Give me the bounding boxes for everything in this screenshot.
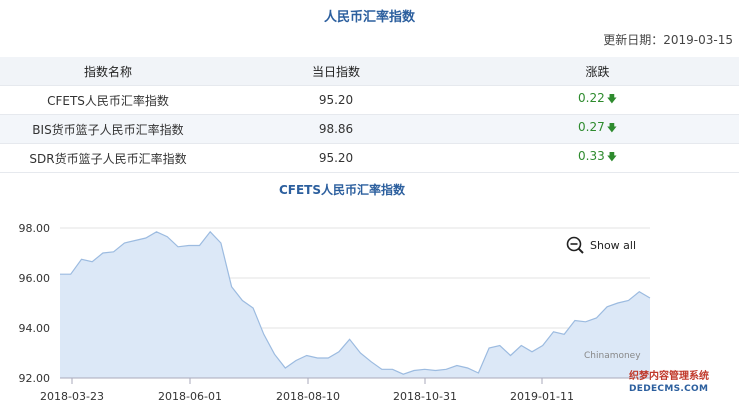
x-tick-label: 2018-10-31 <box>393 390 457 403</box>
update-date-label: 更新日期： <box>603 33 664 47</box>
table-row: CFETS人民币汇率指数 95.20 0.22 🡇 <box>0 85 739 115</box>
index-name: SDR货币篮子人民币汇率指数 <box>0 143 216 173</box>
page-title: 人民币汇率指数 <box>323 10 415 25</box>
y-axis-ticks: 98.00 96.00 94.00 92.00 <box>19 222 51 385</box>
update-date-value: 2019-03-15 <box>663 33 733 47</box>
x-axis-ticks: 2018-03-23 2018-06-01 2018-08-10 2018-10-31… <box>40 377 650 403</box>
change-value: 0.27 <box>578 120 605 134</box>
index-name: CFETS人民币汇率指数 <box>0 85 216 115</box>
x-tick-label: 2018-08-10 <box>276 390 340 403</box>
column-header-value: 当日指数 <box>216 57 456 86</box>
zoom-out-icon <box>566 236 584 254</box>
chart-credit: Chinamoney <box>584 351 641 361</box>
y-tick-label: 92.00 <box>19 372 51 385</box>
index-value: 98.86 <box>216 114 456 144</box>
y-tick-label: 96.00 <box>19 272 51 285</box>
column-header-name: 指数名称 <box>0 57 216 86</box>
index-value: 95.20 <box>216 143 456 173</box>
column-header-change: 涨跌 <box>456 57 739 86</box>
change-value: 0.33 <box>578 149 605 163</box>
watermark: 织梦内容管理系统 DEDECMS.COM <box>629 370 739 396</box>
index-name: BIS货币篮子人民币汇率指数 <box>0 114 216 144</box>
series-area <box>60 231 650 378</box>
down-arrow-icon: 🡇 <box>606 94 617 105</box>
x-tick-label: 2018-06-01 <box>158 390 222 403</box>
table-header-row: 指数名称 当日指数 涨跌 <box>0 57 739 86</box>
show-all-label: Show all <box>590 238 637 252</box>
index-value: 95.20 <box>216 85 456 115</box>
table-row: SDR货币篮子人民币汇率指数 95.20 0.33 🡇 <box>0 143 739 173</box>
down-arrow-icon: 🡇 <box>606 123 617 134</box>
change-value: 0.22 <box>578 91 605 105</box>
watermark-line2: DEDECMS.COM <box>629 384 709 394</box>
x-tick-label: 2019-01-11 <box>510 390 574 403</box>
show-all-button[interactable]: Show all <box>566 236 636 254</box>
chart-title: CFETS人民币汇率指数 <box>278 183 406 197</box>
x-tick-label: 2018-03-23 <box>40 390 104 403</box>
table-row: BIS货币篮子人民币汇率指数 98.86 0.27 🡇 <box>0 114 739 144</box>
index-table: 指数名称 当日指数 涨跌 CFETS人民币汇率指数 95.20 0.22 🡇 BI… <box>0 57 739 173</box>
index-change: 0.33 🡇 <box>456 143 739 173</box>
index-change: 0.27 🡇 <box>456 114 739 144</box>
watermark-line1: 织梦内容管理系统 <box>629 371 709 382</box>
y-tick-label: 98.00 <box>19 222 51 235</box>
index-change: 0.22 🡇 <box>456 85 739 115</box>
update-date: 更新日期：2019-03-15 <box>603 31 733 48</box>
y-tick-label: 94.00 <box>19 322 51 335</box>
down-arrow-icon: 🡇 <box>606 152 617 163</box>
